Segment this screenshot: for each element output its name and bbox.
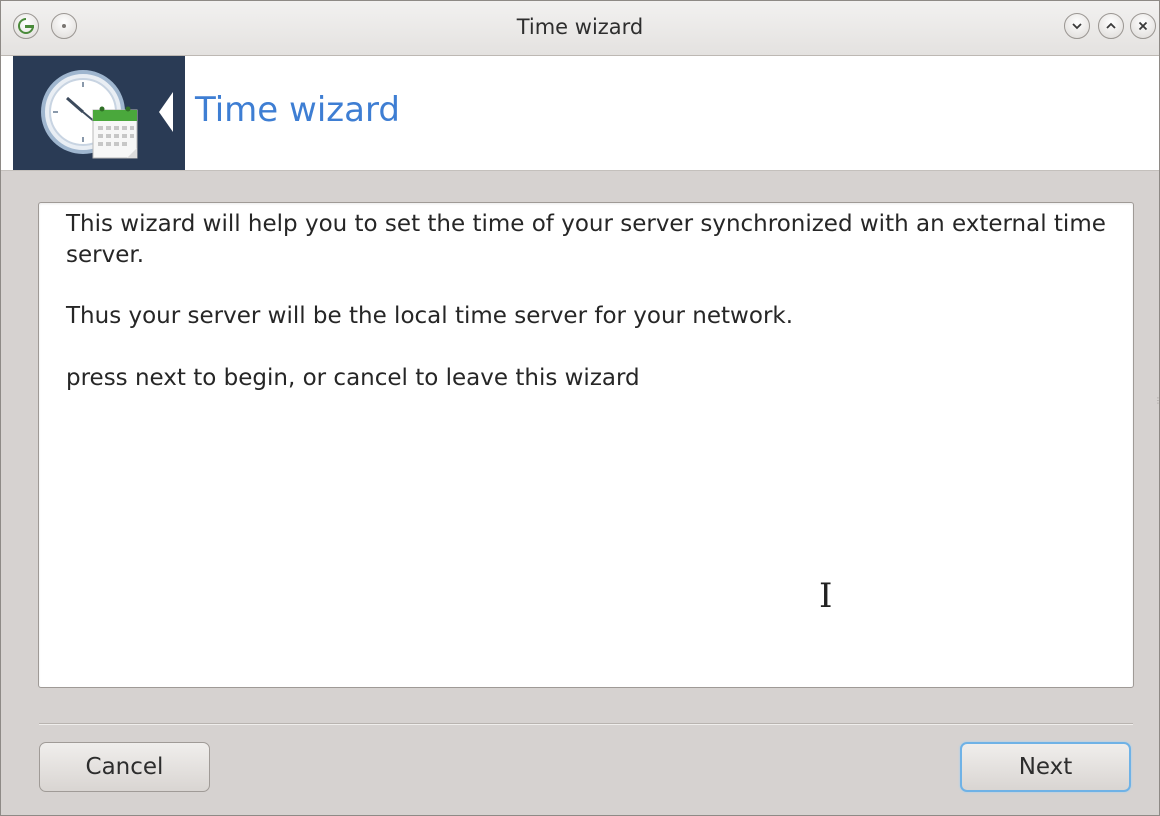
description-paragraph-2: Thus your server will be the local time … — [66, 301, 1113, 332]
button-separator — [39, 723, 1133, 725]
title-bar[interactable]: Time wizard — [1, 1, 1159, 56]
description-paragraph-1: This wizard will help you to set the tim… — [66, 209, 1113, 271]
maximize-icon[interactable] — [1098, 13, 1124, 39]
description-paragraph-3: press next to begin, or cancel to leave … — [66, 363, 1113, 394]
banner-title: Time wizard — [195, 90, 400, 130]
text-cursor-icon: I — [819, 579, 832, 613]
wizard-banner: Time wizard — [1, 56, 1159, 171]
cancel-button[interactable]: Cancel — [39, 742, 210, 792]
next-button[interactable]: Next — [960, 742, 1131, 792]
resize-grip-icon[interactable]: ⋮ — [1154, 396, 1157, 426]
window-title: Time wizard — [1, 15, 1159, 39]
time-wizard-window: Time wizard — [0, 0, 1160, 816]
wizard-description-text[interactable]: This wizard will help you to set the tim… — [38, 202, 1134, 688]
clock-calendar-icon — [31, 60, 171, 170]
close-icon[interactable] — [1130, 13, 1156, 39]
minimize-icon[interactable] — [1064, 13, 1090, 39]
banner-notch — [159, 92, 173, 132]
